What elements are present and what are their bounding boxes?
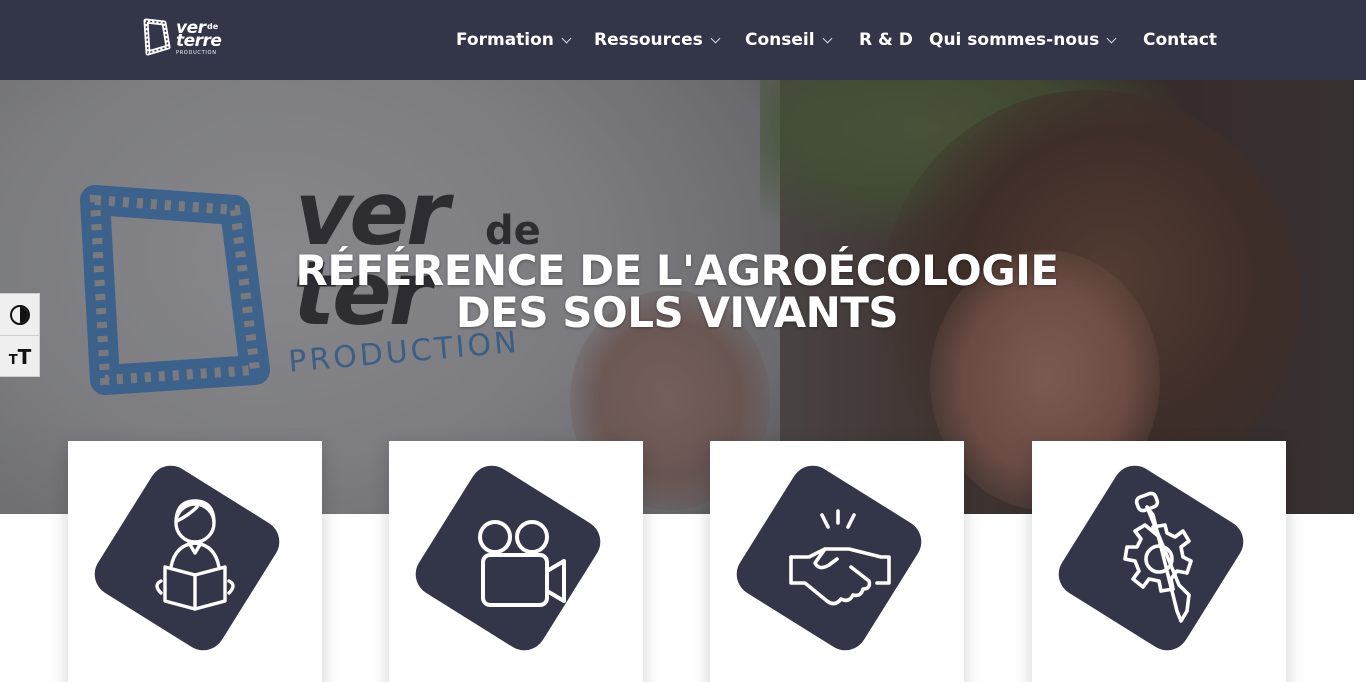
- nav-label: Contact: [1143, 30, 1218, 50]
- site-header: ver de terre PRODUCTION Formation Ressou…: [0, 0, 1366, 80]
- chevron-down-icon: [561, 33, 572, 43]
- worm-logo-icon: [143, 18, 171, 56]
- font-size-button[interactable]: TT: [0, 336, 40, 378]
- nav-item-conseil[interactable]: Conseil: [745, 29, 833, 51]
- nav-label: Ressources: [594, 30, 703, 50]
- accessibility-toolbar: TT: [0, 293, 40, 377]
- chevron-down-icon: [1106, 33, 1117, 43]
- chevron-down-icon: [710, 33, 721, 43]
- text-size-icon: TT: [8, 345, 32, 369]
- logo-text-production: PRODUCTION: [176, 50, 217, 56]
- high-contrast-button[interactable]: [0, 294, 40, 336]
- nav-item-contact[interactable]: Contact: [1143, 29, 1217, 51]
- logo-text-de: de: [207, 22, 219, 31]
- card-ressources[interactable]: [389, 441, 643, 682]
- nav-label: R & D: [859, 30, 913, 50]
- nav-item-formation[interactable]: Formation: [456, 29, 572, 51]
- chevron-down-icon: [822, 33, 833, 43]
- nav-item-qui-sommes-nous[interactable]: Qui sommes-nous: [929, 29, 1117, 51]
- hero-title-line2: DES SOLS VIVANTS: [455, 288, 899, 337]
- nav-label: Conseil: [745, 30, 815, 50]
- nav-label: Formation: [456, 30, 554, 50]
- person-reading-book-icon: [155, 499, 235, 611]
- nav-label: Qui sommes-nous: [929, 30, 1100, 50]
- site-logo[interactable]: ver de terre PRODUCTION: [138, 16, 228, 58]
- hero-title: RÉFÉRENCE DE L'AGROÉCOLOGIE DES SOLS VIV…: [0, 250, 1354, 334]
- card-formation[interactable]: [68, 441, 322, 682]
- logo-text-terre: terre: [176, 31, 222, 51]
- nav-item-ressources[interactable]: Ressources: [594, 29, 721, 51]
- nav-item-r-and-d[interactable]: R & D: [859, 29, 913, 51]
- handshake-icon: [789, 509, 891, 606]
- card-conseil[interactable]: [710, 441, 964, 682]
- card-r-and-d[interactable]: [1032, 441, 1286, 682]
- contrast-toggle-icon: [10, 304, 30, 325]
- gear-shovel-icon: [1123, 491, 1193, 623]
- video-camera-icon: [478, 520, 566, 607]
